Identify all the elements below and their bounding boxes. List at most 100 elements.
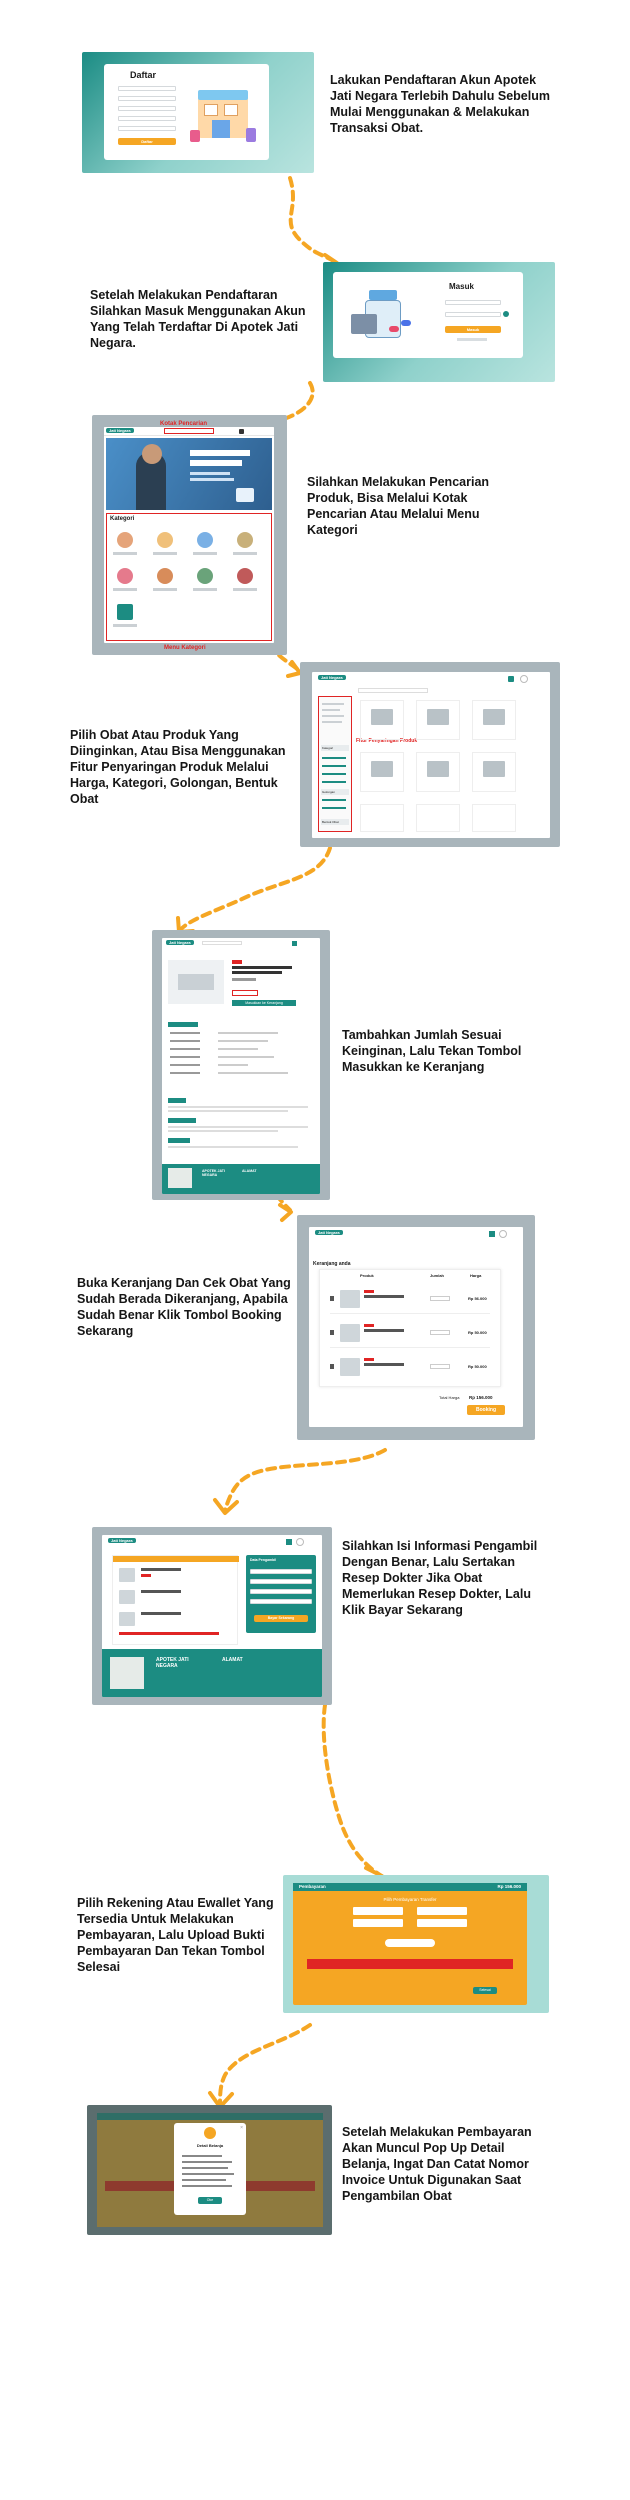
product-card[interactable] xyxy=(416,804,460,832)
checkout-cart-icon[interactable] xyxy=(286,1539,292,1545)
cart-row-price: Rp 56.000 xyxy=(468,1296,487,1301)
pickup-name-field[interactable] xyxy=(250,1569,312,1574)
ewallet-option[interactable] xyxy=(353,1919,403,1927)
detail-cart-icon[interactable] xyxy=(292,941,297,946)
product-grid xyxy=(360,700,544,834)
catalog-page: Jati Negara Kategori Golongan Bentuk Oba… xyxy=(312,672,550,838)
cart-avatar[interactable] xyxy=(499,1230,507,1238)
register-field-name[interactable] xyxy=(118,86,176,91)
product-card[interactable] xyxy=(360,752,404,792)
home-brand: Jati Negara xyxy=(106,428,134,433)
login-title: Masuk xyxy=(449,282,474,291)
product-card[interactable] xyxy=(472,752,516,792)
product-card[interactable] xyxy=(472,804,516,832)
filter-section-kategori: Kategori xyxy=(321,745,349,751)
login-field-password[interactable] xyxy=(445,312,501,317)
cart-icon[interactable] xyxy=(489,1231,495,1237)
catalog-avatar[interactable] xyxy=(520,675,528,683)
popup-screenshot: × Detail Belanja Oke xyxy=(87,2105,332,2235)
booking-button[interactable]: Booking xyxy=(467,1405,505,1415)
detail-brand: Jati Negara xyxy=(166,940,194,945)
home-search-box[interactable] xyxy=(164,428,214,434)
category-obat[interactable] xyxy=(117,532,133,548)
popup-ok-button[interactable]: Oke xyxy=(198,2197,222,2204)
category-kecantikan[interactable] xyxy=(237,568,253,584)
catalog-cart-icon[interactable] xyxy=(508,676,514,682)
login-screenshot: Masuk Masuk xyxy=(323,262,555,382)
pickup-date-field[interactable] xyxy=(250,1589,312,1594)
register-field-phone[interactable] xyxy=(118,106,176,111)
checkout-page: Jati Negara Data Pengambil Bayar Sekaran… xyxy=(102,1535,322,1697)
product-card[interactable] xyxy=(416,752,460,792)
register-field-email[interactable] xyxy=(118,96,176,101)
category-perawatan[interactable] xyxy=(197,568,213,584)
upload-proof-field[interactable] xyxy=(385,1939,435,1947)
bank-option[interactable] xyxy=(417,1907,467,1915)
prescription-upload[interactable] xyxy=(250,1599,312,1604)
catalog-brand: Jati Negara xyxy=(318,675,346,680)
detail-page: Jati Negara Masukkan ke Keranjang APOTEK… xyxy=(162,938,320,1194)
qty-stepper[interactable] xyxy=(430,1296,450,1301)
category-suplemen[interactable] xyxy=(197,532,213,548)
qty-stepper[interactable] xyxy=(430,1364,450,1369)
arrow-6-7 xyxy=(223,1448,387,1512)
login-field-email[interactable] xyxy=(445,300,501,305)
checkout-avatar[interactable] xyxy=(296,1538,304,1546)
detail-spec-header xyxy=(168,1022,198,1027)
catalog-search-box[interactable] xyxy=(358,688,428,693)
ewallet-option[interactable] xyxy=(417,1919,467,1927)
pay-now-button[interactable]: Bayar Sekarang xyxy=(254,1615,308,1622)
catalog-screenshot: Jati Negara Kategori Golongan Bentuk Oba… xyxy=(300,662,560,847)
bank-option[interactable] xyxy=(353,1907,403,1915)
category-alat[interactable] xyxy=(117,568,133,584)
category-lainnya[interactable] xyxy=(117,604,133,620)
cart-screenshot: Jati Negara Keranjang anda Produk Jumlah… xyxy=(297,1215,535,1440)
product-card[interactable] xyxy=(360,804,404,832)
remove-item-icon[interactable] xyxy=(330,1364,334,1369)
register-field-confirm[interactable] xyxy=(118,126,176,131)
cart-row: Rp 50.000 xyxy=(330,1352,490,1382)
step-8-text: Pilih Rekening Atau Ewallet Yang Tersedi… xyxy=(77,1896,274,1974)
remove-item-icon[interactable] xyxy=(330,1296,334,1301)
category-ibu-anak[interactable] xyxy=(157,568,173,584)
finish-button[interactable]: Selesai xyxy=(473,1987,497,1994)
cart-row: Rp 50.000 xyxy=(330,1318,490,1348)
popup-close-icon[interactable]: × xyxy=(240,2125,243,2131)
product-card[interactable] xyxy=(472,700,516,740)
register-field-password[interactable] xyxy=(118,116,176,121)
product-card[interactable] xyxy=(360,700,404,740)
home-banner xyxy=(106,438,272,510)
login-forgot-link[interactable] xyxy=(457,338,487,341)
pharmacy-illustration xyxy=(190,84,258,150)
catalog-filter-panel: Kategori Golongan Bentuk Obat xyxy=(318,696,352,832)
category-vitamin[interactable] xyxy=(157,532,173,548)
arrowhead-5 xyxy=(278,1203,293,1222)
checkout-form-panel: Data Pengambil Bayar Sekarang xyxy=(246,1555,316,1633)
qty-stepper[interactable] xyxy=(430,1330,450,1335)
remove-item-icon[interactable] xyxy=(330,1330,334,1335)
register-button[interactable]: Daftar xyxy=(118,138,176,145)
category-grid xyxy=(111,526,267,636)
popup-title: Detail Belanja xyxy=(196,2143,224,2148)
step-1-text: Lakukan Pendaftaran Akun Apotek Jati Neg… xyxy=(330,73,550,135)
login-button[interactable]: Masuk xyxy=(445,326,501,333)
checkout-map xyxy=(110,1657,144,1689)
category-title: Kategori xyxy=(110,516,135,522)
checkout-footer-title: APOTEK JATI NEGARA xyxy=(156,1657,189,1669)
home-navbar: Jati Negara xyxy=(104,427,274,436)
quantity-stepper[interactable] xyxy=(232,990,258,996)
add-to-cart-button[interactable]: Masukkan ke Keranjang xyxy=(232,1000,296,1006)
pickup-phone-field[interactable] xyxy=(250,1579,312,1584)
category-menu-label: Menu Kategori xyxy=(164,645,206,651)
cart-row-price: Rp 50.000 xyxy=(468,1364,487,1369)
payment-warning xyxy=(307,1959,513,1969)
cart-col-product: Produk xyxy=(360,1273,374,1278)
product-card[interactable] xyxy=(416,700,460,740)
cart-col-price: Harga xyxy=(470,1273,482,1278)
category-box: Kategori xyxy=(106,513,272,641)
category-herbal[interactable] xyxy=(237,532,253,548)
home-page: Jati Negara Kategori xyxy=(104,427,274,643)
home-cart-icon[interactable] xyxy=(239,429,244,434)
step-7-text: Silahkan Isi Informasi Pengambil Dengan … xyxy=(342,1539,538,1617)
register-title: Daftar xyxy=(130,70,157,80)
